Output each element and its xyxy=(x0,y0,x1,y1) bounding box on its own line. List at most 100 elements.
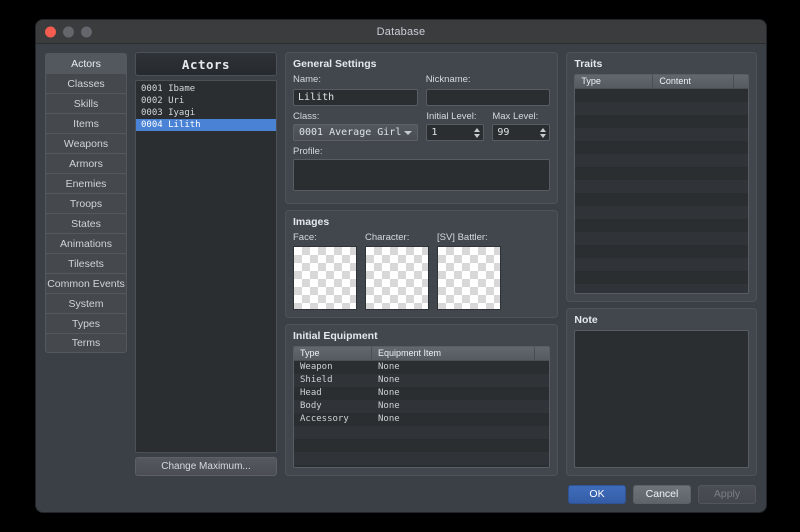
table-row-empty[interactable] xyxy=(294,452,550,465)
table-row-empty[interactable] xyxy=(575,245,748,258)
apply-button: Apply xyxy=(698,484,756,504)
initial-level-stepper[interactable]: 1 xyxy=(426,124,485,141)
table-row-empty[interactable] xyxy=(575,193,748,206)
table-row-empty[interactable] xyxy=(575,128,748,141)
list-item[interactable]: 0004 Lilith xyxy=(136,119,276,131)
sidebar-item-animations[interactable]: Animations xyxy=(45,233,127,253)
class-dropdown[interactable]: 0001 Average Girl xyxy=(293,124,419,141)
spin-down-icon[interactable] xyxy=(474,133,481,138)
list-item-empty[interactable] xyxy=(136,251,276,263)
change-maximum-button[interactable]: Change Maximum... xyxy=(135,457,277,476)
sidebar-item-types[interactable]: Types xyxy=(45,313,127,333)
table-row-empty[interactable] xyxy=(575,232,748,245)
table-row-empty[interactable] xyxy=(575,115,748,128)
list-item-empty[interactable] xyxy=(136,191,276,203)
table-row-empty[interactable] xyxy=(575,271,748,284)
table-row-empty[interactable] xyxy=(575,284,748,293)
spin-up-icon[interactable] xyxy=(474,127,481,132)
table-row[interactable]: Shield None xyxy=(294,374,550,387)
sidebar-item-skills[interactable]: Skills xyxy=(45,93,127,113)
list-item[interactable]: 0002 Uri xyxy=(136,95,276,107)
table-row-empty[interactable] xyxy=(294,439,550,452)
initial-equipment-table[interactable]: Type Equipment Item Weapon None Shield None… xyxy=(293,346,551,468)
spin-down-icon[interactable] xyxy=(540,133,547,138)
list-item-empty[interactable] xyxy=(136,167,276,179)
max-level-spin-buttons[interactable] xyxy=(540,127,547,138)
close-button-icon[interactable] xyxy=(45,26,56,37)
list-item-empty[interactable] xyxy=(136,431,276,443)
image-preview-empty[interactable] xyxy=(293,246,357,310)
list-item-empty[interactable] xyxy=(136,131,276,143)
nickname-label: Nickname: xyxy=(425,74,471,85)
list-item-empty[interactable] xyxy=(136,275,276,287)
list-item-empty[interactable] xyxy=(136,419,276,431)
list-item-empty[interactable] xyxy=(136,203,276,215)
list-item-empty[interactable] xyxy=(136,299,276,311)
ok-button[interactable]: OK xyxy=(568,484,626,504)
list-item[interactable]: 0003 Iyagi xyxy=(136,107,276,119)
table-row[interactable]: Body None xyxy=(294,400,550,413)
image-preview-empty[interactable] xyxy=(437,246,501,310)
list-item-empty[interactable] xyxy=(136,323,276,335)
table-row-empty[interactable] xyxy=(575,206,748,219)
table-row[interactable]: Weapon None xyxy=(294,361,550,374)
list-item-empty[interactable] xyxy=(136,227,276,239)
sidebar-item-enemies[interactable]: Enemies xyxy=(45,173,127,193)
list-item-empty[interactable] xyxy=(136,347,276,359)
name-label: Name: xyxy=(293,74,321,85)
table-row-empty[interactable] xyxy=(575,180,748,193)
list-item-empty[interactable] xyxy=(136,383,276,395)
database-window: Database Actors Classes Skills Items Weapons… xyxy=(36,20,766,512)
table-row[interactable]: Accessory None xyxy=(294,413,550,426)
profile-textarea[interactable] xyxy=(293,159,551,191)
sidebar-item-system[interactable]: System xyxy=(45,293,127,313)
list-item-empty[interactable] xyxy=(136,179,276,191)
list-item-empty[interactable] xyxy=(136,155,276,167)
list-item-empty[interactable] xyxy=(136,359,276,371)
note-textarea[interactable] xyxy=(574,330,749,468)
note-group: Note xyxy=(566,308,757,476)
minimize-button-icon[interactable] xyxy=(63,26,74,37)
cancel-button[interactable]: Cancel xyxy=(633,484,691,504)
max-level-stepper[interactable]: 99 xyxy=(492,124,551,141)
sidebar-item-terms[interactable]: Terms xyxy=(45,333,127,353)
table-row-empty[interactable] xyxy=(575,154,748,167)
initial-level-spin-buttons[interactable] xyxy=(474,127,481,138)
sidebar-item-actors[interactable]: Actors xyxy=(45,53,127,73)
nickname-input[interactable] xyxy=(425,89,551,106)
list-item-empty[interactable] xyxy=(136,263,276,275)
sidebar-item-classes[interactable]: Classes xyxy=(45,73,127,93)
list-item-empty[interactable] xyxy=(136,143,276,155)
traits-table[interactable]: Type Content xyxy=(574,74,749,294)
list-item-empty[interactable] xyxy=(136,287,276,299)
actor-list[interactable]: 0001 Ibame 0002 Uri 0003 Iyagi 0004 Lilith xyxy=(135,80,277,453)
table-row-empty[interactable] xyxy=(575,141,748,154)
sidebar-item-troops[interactable]: Troops xyxy=(45,193,127,213)
sidebar-item-tilesets[interactable]: Tilesets xyxy=(45,253,127,273)
list-item-empty[interactable] xyxy=(136,371,276,383)
sidebar-item-items[interactable]: Items xyxy=(45,113,127,133)
list-item-empty[interactable] xyxy=(136,407,276,419)
sidebar-item-states[interactable]: States xyxy=(45,213,127,233)
list-item-empty[interactable] xyxy=(136,311,276,323)
table-row-empty[interactable] xyxy=(575,219,748,232)
table-row-empty[interactable] xyxy=(575,102,748,115)
table-row-empty[interactable] xyxy=(294,426,550,439)
table-row[interactable]: Head None xyxy=(294,387,550,400)
image-preview-empty[interactable] xyxy=(365,246,429,310)
list-item[interactable]: 0001 Ibame xyxy=(136,83,276,95)
name-input[interactable] xyxy=(293,89,418,106)
spin-up-icon[interactable] xyxy=(540,127,547,132)
list-item-empty[interactable] xyxy=(136,239,276,251)
table-row-empty[interactable] xyxy=(575,167,748,180)
list-item-empty[interactable] xyxy=(136,215,276,227)
list-item-empty[interactable] xyxy=(136,335,276,347)
table-row-empty[interactable] xyxy=(575,258,748,271)
table-row-empty[interactable] xyxy=(575,89,748,102)
sidebar-item-common-events[interactable]: Common Events xyxy=(45,273,127,293)
sidebar-item-weapons[interactable]: Weapons xyxy=(45,133,127,153)
initial-equipment-rows: Weapon None Shield None Head None Body None Acce… xyxy=(294,361,550,467)
list-item-empty[interactable] xyxy=(136,395,276,407)
maximize-button-icon[interactable] xyxy=(81,26,92,37)
sidebar-item-armors[interactable]: Armors xyxy=(45,153,127,173)
